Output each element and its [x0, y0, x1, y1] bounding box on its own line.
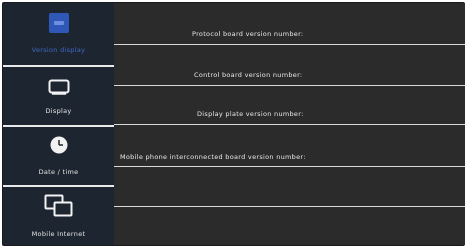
row-divider — [114, 85, 465, 86]
mobile-internet-icon — [44, 194, 74, 218]
version-info-panel: Protocol board version number: Control b… — [114, 3, 465, 245]
display-icon — [48, 79, 70, 95]
sidebar-item-label: Display — [45, 107, 72, 115]
sidebar-item-label: Date / time — [38, 168, 79, 176]
row-divider — [114, 206, 465, 207]
sidebar-item-mobile-internet[interactable]: Mobile Internet — [3, 187, 114, 245]
sidebar-item-label: Mobile Internet — [31, 230, 86, 238]
protocol-board-version-label: Protocol board version number: — [192, 30, 304, 38]
mobile-phone-board-version-label: Mobile phone interconnected board versio… — [120, 153, 306, 161]
sidebar-item-version-display[interactable]: Version display — [3, 3, 114, 65]
sidebar-item-label: Version display — [31, 46, 86, 54]
control-board-version-label: Control board version number: — [194, 71, 303, 79]
sidebar-item-display[interactable]: Display — [3, 67, 114, 125]
sidebar-item-date-time[interactable]: Date / time — [3, 127, 114, 185]
clock-icon — [49, 135, 69, 155]
row-divider — [114, 44, 465, 45]
display-plate-version-label: Display plate version number: — [197, 110, 304, 118]
version-info-icon — [48, 12, 70, 34]
sidebar: Version display Display Date / time Mobi… — [3, 3, 114, 245]
row-divider — [114, 124, 465, 125]
row-divider — [114, 166, 465, 167]
